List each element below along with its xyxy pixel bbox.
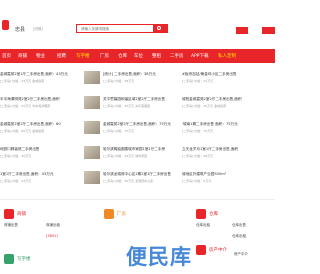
listing-meta: [二手房] 价格：40万元 金城嘉苑 <box>182 104 227 108</box>
listing-item[interactable]: '城南1期二手房出售 面积：75万元 [二手房] 价格：75万元 <box>182 119 275 138</box>
listing-item[interactable]: 城地区外建筑产业园500m² [二手房] 价格：6万元 <box>182 169 275 188</box>
category-link[interactable]: 仓库出租 <box>196 223 210 228</box>
listing-meta: [二手房] 价格：45万元 关平思馨园 <box>103 104 151 108</box>
category-label: 写字楼 <box>17 257 31 262</box>
listing-thumbnail[interactable] <box>84 146 100 159</box>
listing-title[interactable]: 立天龙岁月1室1厅二手房出售,面积 <box>182 147 275 152</box>
category-link[interactable]: [3891] <box>46 234 58 238</box>
listing-title[interactable]: 金城嘉苑2室1厅二手房出售,面积：43万元 <box>0 72 82 77</box>
header-action-button[interactable] <box>236 27 248 34</box>
listing-meta: [二手房] 价格：43万元 金城嘉苑 <box>0 79 45 83</box>
listing-title[interactable]: 半中海清明苑2室2厅二手房出售,面积 <box>0 97 82 102</box>
category-icon <box>104 209 114 219</box>
category-icon <box>196 245 206 255</box>
category-label: 商铺 <box>17 212 26 217</box>
listing-item[interactable]: [统计] 二手房出售,面积：38万元 [二手房] 价格：38万元 <box>84 69 178 88</box>
listing-meta: [二手房] 价格：52万元 半中海清明苑 <box>0 104 51 108</box>
category-header[interactable]: 商铺 <box>4 209 64 219</box>
listing-title[interactable]: 金城嘉苑2室2厅二手房出售,面积：60 <box>0 122 82 127</box>
listing-meta: [二手房] 价格：60万元 金城嘉苑 <box>0 129 45 133</box>
category-link[interactable]: 仓库出售 <box>232 223 246 228</box>
category-label: 厂房 <box>117 212 126 217</box>
current-city: 忠县 <box>15 27 26 33</box>
search-input[interactable] <box>77 25 153 32</box>
nav-item[interactable]: 整租 <box>152 53 161 59</box>
listing-item[interactable]: 立天龙岁月1室1厅二手房出售,面积 [二手房] 价格：28万元 <box>182 144 275 163</box>
category-link[interactable]: 商铺出售 <box>4 223 18 228</box>
listing-title[interactable]: '城南1期二手房出售 面积：75万元 <box>182 122 275 127</box>
category-icon <box>196 209 206 219</box>
nav-item[interactable]: 首页 <box>2 53 11 59</box>
listing-meta: [二手房] 价格：43万元 <box>0 179 32 183</box>
listing-item[interactable]: 城阳金城嘉苑2室2厅二手房出售,面积 [二手房] 价格：40万元 金城嘉苑 <box>182 94 275 113</box>
nav-item[interactable]: 商铺 <box>18 53 27 59</box>
category-header[interactable]: 厂房 <box>104 209 164 219</box>
listing-title[interactable]: 城阳金城嘉苑2室2厅二手房出售,面积 <box>182 97 275 102</box>
divider <box>0 199 275 200</box>
listing-meta: [二手房] 价格：6万元 <box>182 179 212 183</box>
nav-item[interactable]: 仓库 <box>118 53 127 59</box>
category-label: 仓库 <box>209 212 218 217</box>
header-action-button-2[interactable] <box>262 27 275 34</box>
listing-title[interactable]: 金城嘉苑2室2厅二手房出售,面积：75万元 <box>103 122 178 127</box>
site-header: 忠县 [切换] <box>0 0 275 40</box>
listing-item[interactable]: #板块加站/黄金坪小区二手房出售 [二手房] 价格：22万元 <box>182 69 275 88</box>
nav-item[interactable]: 二手房 <box>170 53 184 59</box>
listing-item[interactable]: 金城嘉苑2室2厅二手房出售,面积：75万元 [二手房] 价格：75万元 <box>84 119 178 138</box>
category-link[interactable]: 房产中介 <box>234 252 248 257</box>
listing-title[interactable]: 1室1厅二手房出售,面积：43万元 <box>0 172 82 177</box>
city-switch-link[interactable]: [切换] <box>33 27 43 32</box>
search-box <box>76 24 168 33</box>
listing-item[interactable]: 半中海清明苑2室2厅二手房出售,面积 [二手房] 价格：52万元 半中海清明苑 <box>0 94 82 113</box>
listing-meta: [二手房] 价格：75万元 <box>182 129 214 133</box>
nav-item[interactable]: APP下载 <box>191 53 209 59</box>
listing-title[interactable]: #板块加站/黄金坪小区二手房出售 <box>182 72 275 77</box>
listing-meta: [二手房] 价格：28万元 <box>182 154 214 158</box>
category-label: 房产中介 <box>209 248 227 253</box>
listing-item[interactable]: 金城嘉苑2室2厅二手房出售,面积：60 [二手房] 价格：60万元 金城嘉苑 <box>0 119 82 138</box>
category-header[interactable]: 仓库 <box>196 209 256 219</box>
listing-thumbnail[interactable] <box>84 171 100 184</box>
listing-title[interactable]: 地铁口精装修二手房出售 <box>0 147 82 152</box>
category-icon <box>4 209 14 219</box>
nav-item[interactable]: 招聘 <box>57 53 66 59</box>
listing-item[interactable]: 地铁口精装修二手房出售 [二手房] 价格：30万元 <box>0 144 82 163</box>
category-header[interactable]: 写字楼 <box>4 254 64 264</box>
listing-meta: [二手房] 价格：30万元 <box>0 154 32 158</box>
search-button[interactable] <box>153 25 167 32</box>
nav-item[interactable]: 写字楼 <box>76 53 90 59</box>
listing-title[interactable]: 城地区外建筑产业园500m² <box>182 172 275 177</box>
listing-title[interactable]: 哈尔滨稀缺圈楼城市家园1室1厅二手房 <box>103 147 178 152</box>
listing-item[interactable]: 金城嘉苑2室1厅二手房出售,面积：43万元 [二手房] 价格：43万元 金城嘉苑 <box>0 69 82 88</box>
listing-meta: [二手房] 价格：75万元 <box>103 129 135 133</box>
main-nav: 首页 商铺 物业 招聘 写字楼 厂房 仓库 车位 整租 二手房 APP下载 私人定制 <box>0 49 275 63</box>
nav-item[interactable]: 厂房 <box>100 53 109 59</box>
listing-title[interactable]: 关平思馨园和谐区域2室2厅二手房出售 <box>103 97 178 102</box>
site-logo[interactable] <box>2 20 9 30</box>
watermark: 便民库 <box>126 245 192 269</box>
search-icon <box>157 26 161 30</box>
listing-meta: [二手房] 价格：22万元 <box>182 79 214 83</box>
listing-item[interactable]: 1室1厅二手房出售,面积：43万元 [二手房] 价格：43万元 <box>0 169 82 188</box>
listing-meta: [二手房] 价格：29万元 城市家园 <box>103 154 148 158</box>
listing-thumbnail[interactable] <box>84 96 100 109</box>
nav-item[interactable]: 物业 <box>36 53 45 59</box>
nav-item[interactable]: 车位 <box>134 53 143 59</box>
listing-title[interactable]: [统计] 二手房出售,面积：38万元 <box>103 72 178 77</box>
category-link[interactable]: 仓库出租 <box>232 234 246 239</box>
listing-title[interactable]: 哈尔滨龙瑞府中心区2期2室1厅二手房出售 <box>103 172 178 177</box>
listing-thumbnail[interactable] <box>84 121 100 134</box>
nav-item[interactable]: 私人定制 <box>218 53 236 59</box>
category-link[interactable]: 商铺出租 <box>46 223 60 228</box>
listing-thumbnail[interactable] <box>84 71 100 84</box>
listing-meta: [二手房] 价格：56万元 龙瑞府中心区 <box>103 179 154 183</box>
listing-item[interactable]: 关平思馨园和谐区域2室2厅二手房出售 [二手房] 价格：45万元 关平思馨园 <box>84 94 178 113</box>
listing-item[interactable]: 哈尔滨龙瑞府中心区2期2室1厅二手房出售 [二手房] 价格：56万元 龙瑞府中心区 <box>84 169 178 188</box>
listing-meta: [二手房] 价格：38万元 <box>103 79 135 83</box>
listing-item[interactable]: 哈尔滨稀缺圈楼城市家园1室1厅二手房 [二手房] 价格：29万元 城市家园 <box>84 144 178 163</box>
category-icon <box>4 254 14 264</box>
